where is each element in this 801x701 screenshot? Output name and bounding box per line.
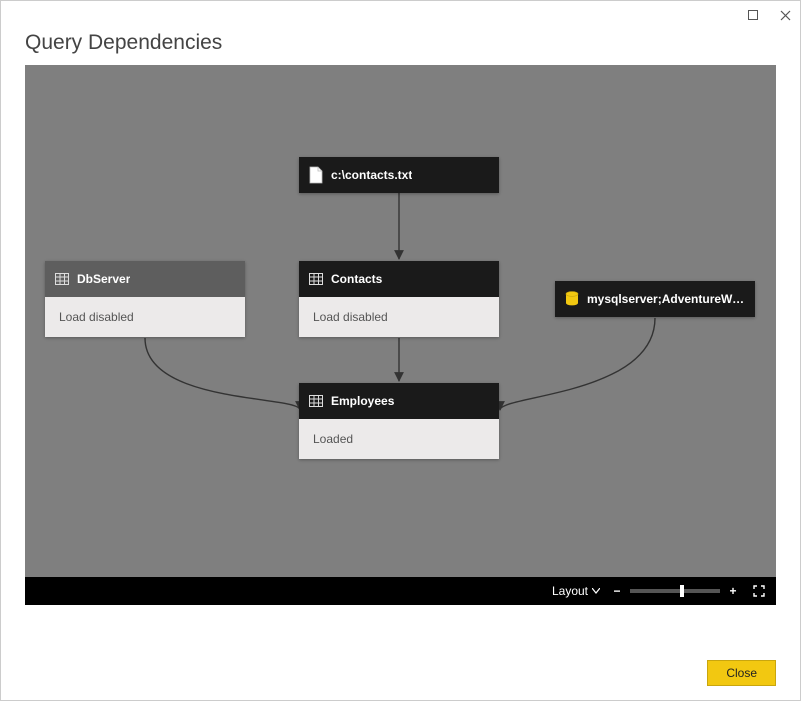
- fit-to-screen-button[interactable]: [750, 582, 768, 600]
- node-employees[interactable]: Employees Loaded: [299, 383, 499, 459]
- zoom-in-button[interactable]: +: [726, 584, 740, 598]
- table-icon: [309, 395, 323, 407]
- canvas-toolbar: Layout − +: [25, 577, 776, 605]
- node-title: mysqlserver;AdventureWor...: [587, 292, 745, 306]
- node-mysqlserver[interactable]: mysqlserver;AdventureWor...: [555, 281, 755, 317]
- zoom-track[interactable]: [630, 589, 720, 593]
- node-title: c:\contacts.txt: [331, 168, 412, 182]
- table-icon: [55, 273, 69, 285]
- node-contacts[interactable]: Contacts Load disabled: [299, 261, 499, 337]
- node-contacts-file[interactable]: c:\contacts.txt: [299, 157, 499, 193]
- dependency-canvas[interactable]: c:\contacts.txt DbServer Load disabled C…: [25, 65, 776, 605]
- dialog-title: Query Dependencies: [1, 29, 800, 65]
- node-title: DbServer: [77, 272, 130, 286]
- maximize-icon[interactable]: [746, 8, 760, 22]
- node-status: Load disabled: [299, 297, 499, 337]
- database-icon: [565, 291, 579, 307]
- layout-button[interactable]: Layout: [552, 584, 600, 598]
- close-button[interactable]: Close: [707, 660, 776, 686]
- node-dbserver[interactable]: DbServer Load disabled: [45, 261, 245, 337]
- layout-label: Layout: [552, 584, 588, 598]
- close-icon[interactable]: [778, 8, 792, 22]
- zoom-thumb[interactable]: [680, 585, 684, 597]
- dialog-window: Query Dependencies c:\contacts.txt: [0, 0, 801, 701]
- zoom-out-button[interactable]: −: [610, 584, 624, 598]
- node-title: Contacts: [331, 272, 382, 286]
- node-status: Load disabled: [45, 297, 245, 337]
- node-title: Employees: [331, 394, 394, 408]
- zoom-slider[interactable]: − +: [610, 584, 740, 598]
- file-icon: [309, 166, 323, 184]
- dialog-footer: Close: [707, 660, 776, 686]
- fit-icon: [752, 584, 766, 598]
- titlebar: [1, 1, 800, 29]
- node-status: Loaded: [299, 419, 499, 459]
- chevron-down-icon: [592, 588, 600, 594]
- table-icon: [309, 273, 323, 285]
